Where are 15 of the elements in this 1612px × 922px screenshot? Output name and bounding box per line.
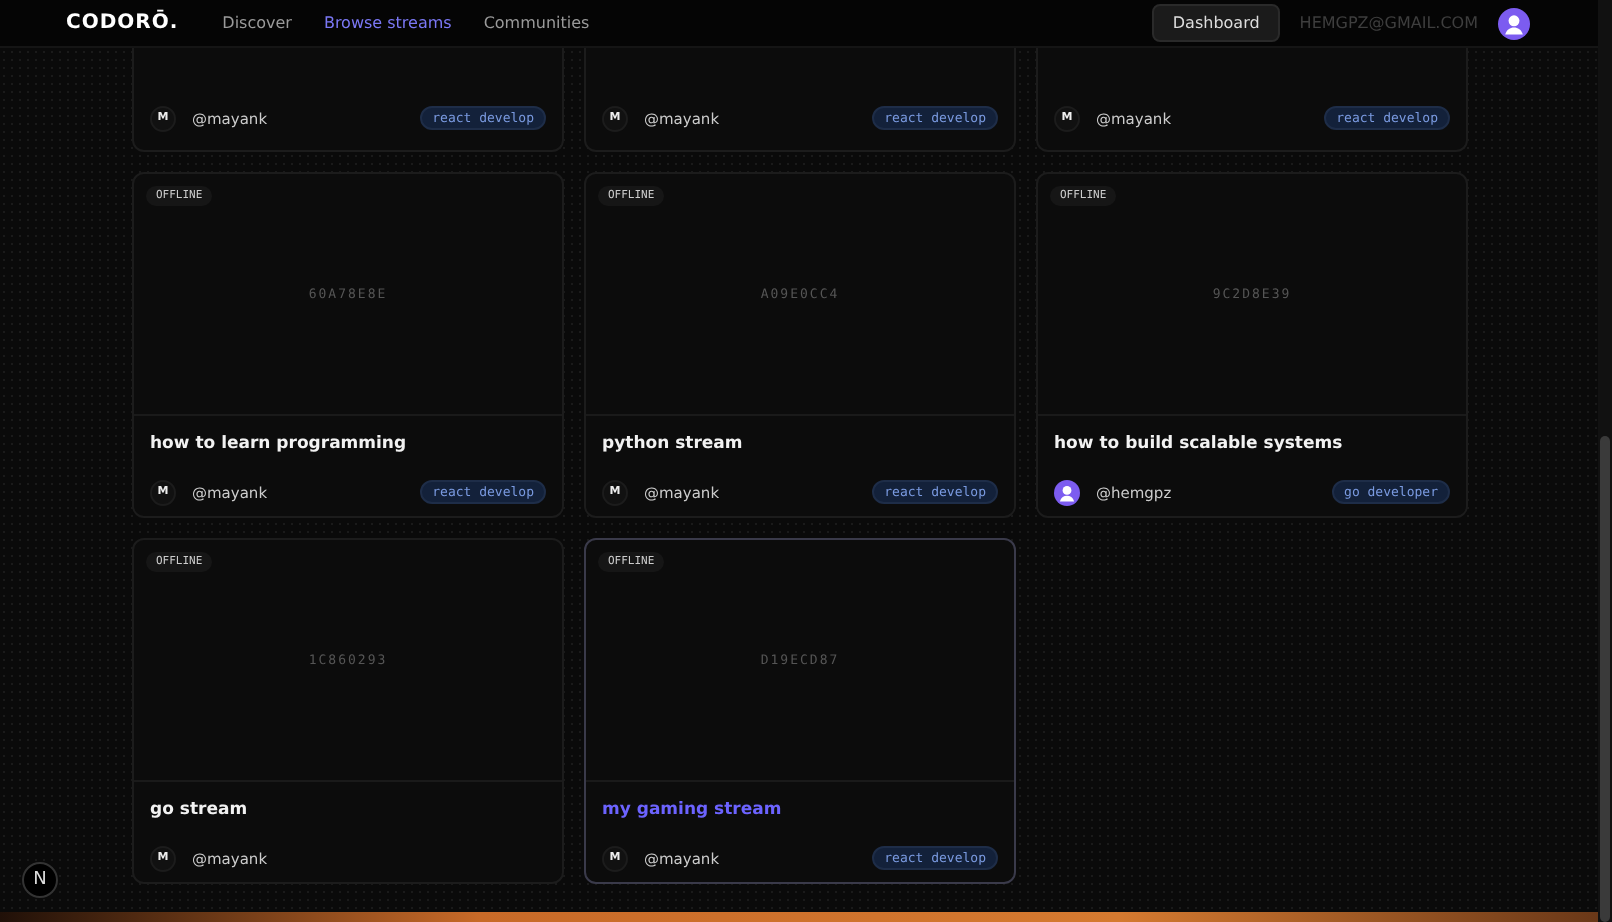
nav-link[interactable]: Discover [222,14,292,32]
stream-title: how to learn programming [150,434,409,454]
user-email: HEMGPZ@GMAIL.COM [1299,14,1478,32]
stream-title: go stream [150,800,250,820]
nav-link[interactable]: Communities [483,14,590,32]
profile-avatar-icon[interactable] [1498,7,1530,39]
stream-title: my gaming stream [602,800,784,820]
stream-title: how to build scalable systems [1054,434,1345,454]
dashboard-button[interactable]: Dashboard [1152,4,1280,42]
dev-badge[interactable]: N [22,862,58,898]
scrollbar[interactable] [1598,0,1612,922]
nav-link[interactable]: Browse streams [323,14,452,32]
user-avatar-icon [1054,479,1080,505]
logo[interactable]: CODORŌ. [66,12,179,34]
stream-title: python stream [602,434,745,454]
